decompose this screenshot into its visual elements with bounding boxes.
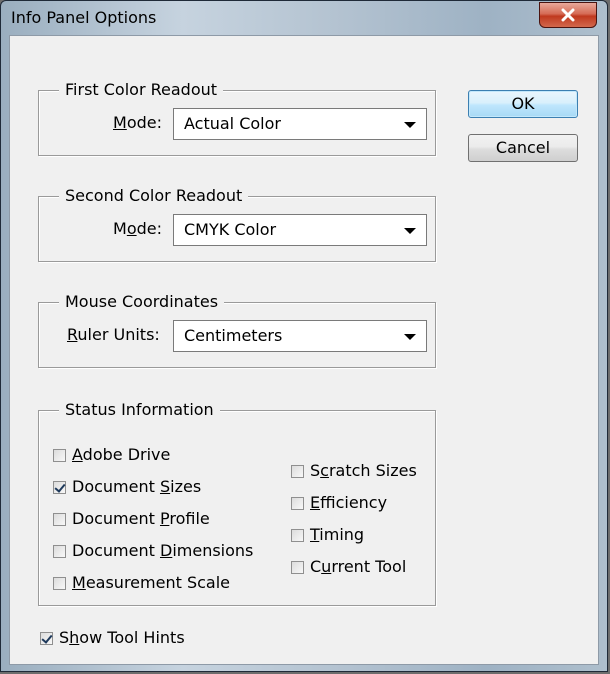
dialog-body: First Color Readout Mode: Actual Color S… (9, 35, 599, 665)
ok-button[interactable]: OK (468, 90, 578, 118)
current-tool-checkbox[interactable]: Current Tool (291, 555, 406, 579)
document-profile-checkbox[interactable]: Document Profile (53, 507, 210, 531)
measurement-scale-checkbox[interactable]: Measurement Scale (53, 571, 230, 595)
chevron-down-icon (404, 334, 416, 340)
efficiency-checkbox[interactable]: Efficiency (291, 491, 387, 515)
chevron-down-icon (404, 228, 416, 234)
efficiency-label: Efficiency (310, 493, 388, 512)
checkbox-box[interactable] (53, 544, 66, 558)
adobe-drive-checkbox[interactable]: Adobe Drive (53, 443, 170, 467)
ruler-units-select[interactable]: Centimeters (173, 320, 427, 352)
cancel-button[interactable]: Cancel (468, 134, 578, 162)
mouse-coordinates-group: Mouse Coordinates Ruler Units: Centimete… (38, 291, 436, 368)
timing-label: Timing (310, 525, 365, 544)
document-sizes-label: Document Sizes (72, 477, 202, 496)
second-color-readout-legend: Second Color Readout (59, 185, 249, 207)
mouse-coordinates-legend: Mouse Coordinates (59, 291, 225, 313)
checkbox-box[interactable] (291, 560, 304, 574)
checkbox-box[interactable] (53, 576, 66, 590)
checkbox-box[interactable] (291, 464, 304, 478)
first-mode-label: Mode: (113, 113, 162, 132)
show-tool-hints-label: Show Tool Hints (59, 628, 185, 647)
ruler-units-value: Centimeters (184, 326, 283, 345)
checkbox-box[interactable] (53, 448, 66, 462)
checkbox-box[interactable] (291, 528, 304, 542)
timing-checkbox[interactable]: Timing (291, 523, 364, 547)
checkbox-box[interactable] (40, 631, 53, 645)
document-sizes-checkbox[interactable]: Document Sizes (53, 475, 201, 499)
first-color-readout-legend: First Color Readout (59, 79, 224, 101)
adobe-drive-label: Adobe Drive (72, 445, 171, 464)
title-bar[interactable]: Info Panel Options (1, 1, 607, 35)
status-information-legend: Status Information (59, 399, 220, 421)
document-profile-label: Document Profile (72, 509, 210, 528)
second-mode-label: Mode: (113, 219, 162, 238)
first-mode-select[interactable]: Actual Color (173, 108, 427, 140)
ruler-units-label: Ruler Units: (67, 325, 160, 344)
close-icon (561, 8, 575, 22)
current-tool-label: Current Tool (310, 557, 407, 576)
scratch-sizes-label: Scratch Sizes (310, 461, 417, 480)
close-button[interactable] (539, 2, 597, 28)
second-mode-value: CMYK Color (184, 220, 277, 239)
checkbox-box[interactable] (291, 496, 304, 510)
first-mode-value: Actual Color (184, 114, 281, 133)
status-information-group: Status Information Adobe Drive Document … (38, 399, 436, 606)
document-dimensions-label: Document Dimensions (72, 541, 254, 560)
checkbox-box[interactable] (53, 480, 66, 494)
checkbox-box[interactable] (53, 512, 66, 526)
scratch-sizes-checkbox[interactable]: Scratch Sizes (291, 459, 417, 483)
second-color-readout-group: Second Color Readout Mode: CMYK Color (38, 185, 436, 262)
dialog-title: Info Panel Options (11, 8, 157, 27)
chevron-down-icon (404, 122, 416, 128)
first-color-readout-group: First Color Readout Mode: Actual Color (38, 79, 436, 156)
info-panel-options-dialog: Info Panel Options First Color Readout M… (0, 0, 608, 672)
document-dimensions-checkbox[interactable]: Document Dimensions (53, 539, 253, 563)
measurement-scale-label: Measurement Scale (72, 573, 230, 592)
show-tool-hints-checkbox[interactable]: Show Tool Hints (40, 626, 185, 650)
second-mode-select[interactable]: CMYK Color (173, 214, 427, 246)
